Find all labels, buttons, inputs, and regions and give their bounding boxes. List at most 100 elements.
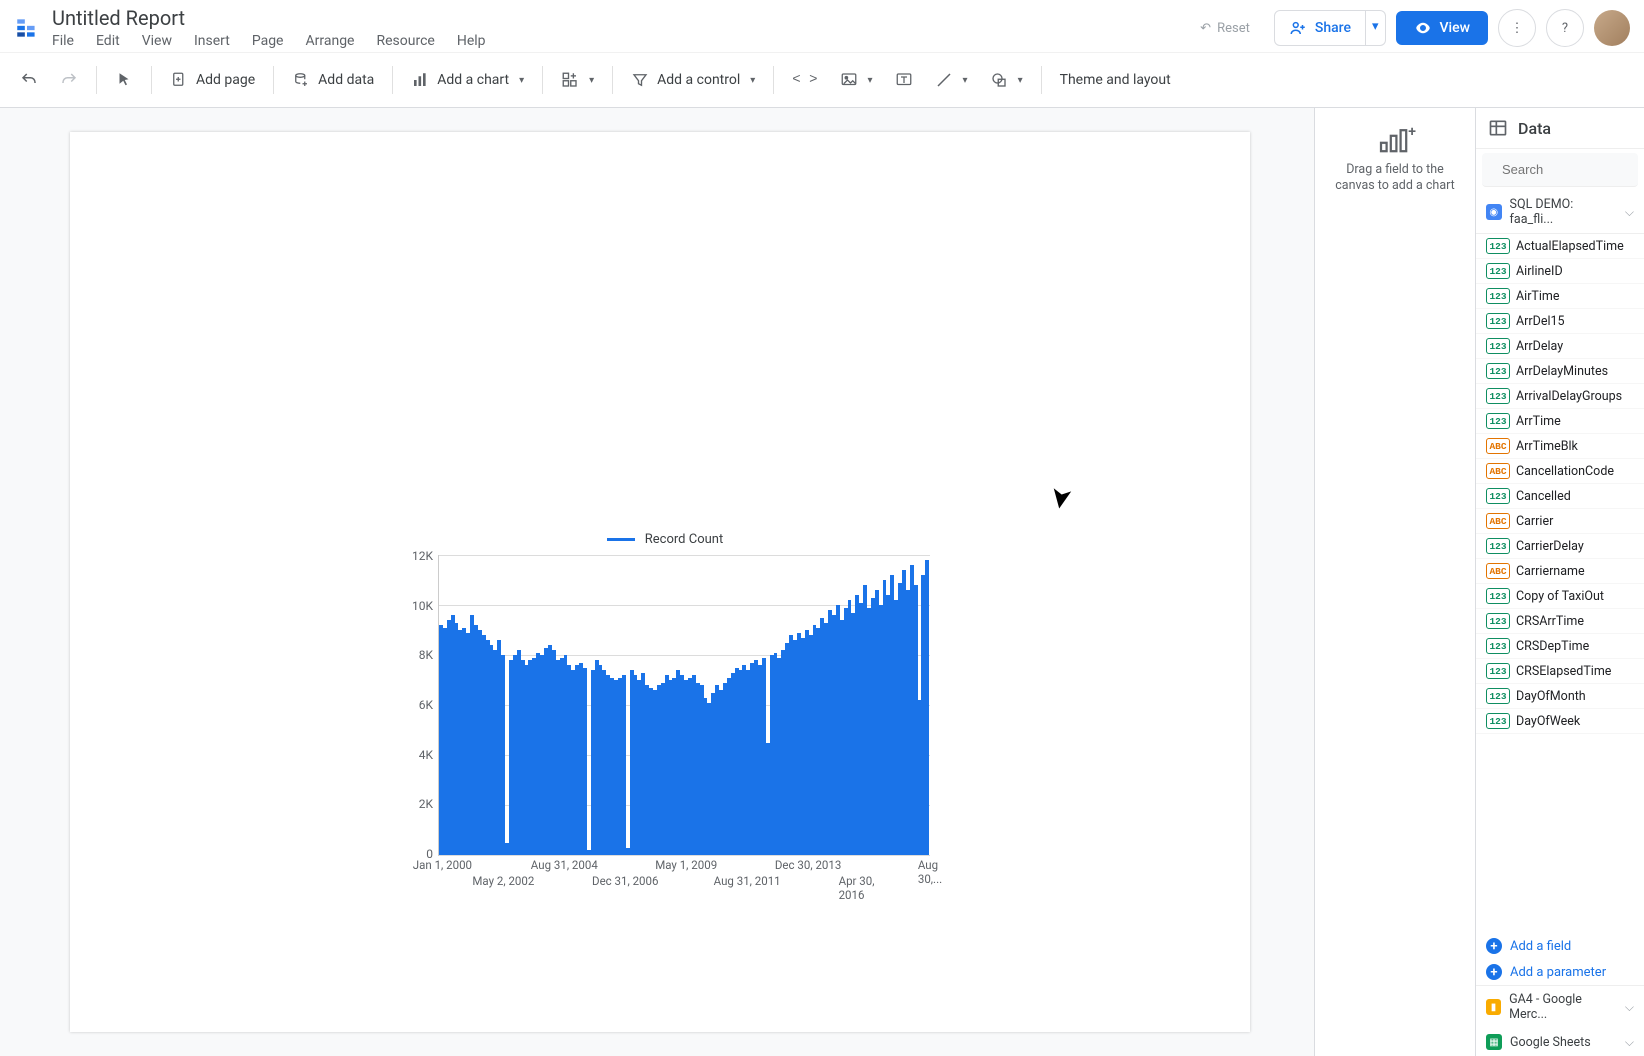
field-item[interactable]: 123ArrDel15 <box>1476 309 1644 334</box>
add-chart-label: Add a chart <box>437 72 509 88</box>
add-page-button[interactable]: Add page <box>160 65 265 95</box>
data-panel-header: Data <box>1476 108 1644 149</box>
report-page[interactable]: Record Count 12K10K8K6K4K2K0 Jan 1, 2000… <box>70 132 1250 1032</box>
field-item[interactable]: ABCArrTimeBlk <box>1476 434 1644 459</box>
field-item[interactable]: 123AirTime <box>1476 284 1644 309</box>
field-item[interactable]: 123CRSElapsedTime <box>1476 659 1644 684</box>
field-item[interactable]: 123CRSDepTime <box>1476 634 1644 659</box>
more-options-button[interactable]: ⋮ <box>1498 9 1536 47</box>
canvas-scroll[interactable]: Record Count 12K10K8K6K4K2K0 Jan 1, 2000… <box>0 108 1314 1056</box>
menu-resource[interactable]: Resource <box>376 33 434 49</box>
caret-down-icon: ▾ <box>750 75 755 86</box>
reset-button[interactable]: ↶ Reset <box>1186 13 1264 44</box>
line-button[interactable]: ▾ <box>925 65 978 95</box>
data-panel: Data ◉ SQL DEMO: faa_fli... ⌵ 123ActualE… <box>1475 108 1644 1056</box>
expand-icon[interactable]: ⌵ <box>1625 205 1634 220</box>
field-item[interactable]: 123 Copy of TaxiOut <box>1476 584 1644 609</box>
field-name: ArrDelay <box>1516 339 1563 354</box>
field-item[interactable]: 123AirlineID <box>1476 259 1644 284</box>
menu-arrange[interactable]: Arrange <box>306 33 355 49</box>
numeric-type-icon: 123 <box>1486 613 1510 629</box>
menu-edit[interactable]: Edit <box>96 33 120 49</box>
doc-title[interactable]: Untitled Report <box>52 7 1186 29</box>
numeric-type-icon: 123 <box>1486 288 1510 304</box>
field-list: 123ActualElapsedTime123AirlineID123AirTi… <box>1476 233 1644 933</box>
menu-help[interactable]: Help <box>457 33 486 49</box>
database-plus-icon <box>292 71 310 89</box>
community-viz-button[interactable]: ▾ <box>551 65 604 95</box>
bar-chart-icon <box>411 71 429 89</box>
add-control-label: Add a control <box>657 72 740 88</box>
undo-button[interactable] <box>10 65 48 95</box>
menu-page[interactable]: Page <box>252 33 284 49</box>
field-item[interactable]: 123 CRSArrTime <box>1476 609 1644 634</box>
user-avatar[interactable] <box>1594 10 1630 46</box>
main-area: Record Count 12K10K8K6K4K2K0 Jan 1, 2000… <box>0 108 1644 1056</box>
field-item[interactable]: ABCCarriername <box>1476 559 1644 584</box>
datasource-ga[interactable]: ▮ GA4 - Google Merc... ⌵ <box>1476 985 1644 1028</box>
field-item[interactable]: 123DayOfMonth <box>1476 684 1644 709</box>
select-tool[interactable] <box>105 65 143 95</box>
datasource-gs[interactable]: ▦ Google Sheets ⌵ <box>1476 1028 1644 1056</box>
field-item[interactable]: ABCCarrier <box>1476 509 1644 534</box>
redo-button[interactable] <box>50 65 88 95</box>
plus-icon: + <box>1486 964 1502 980</box>
add-chart-button[interactable]: Add a chart ▾ <box>401 65 534 95</box>
menu-file[interactable]: File <box>52 33 74 49</box>
bigquery-icon: ◉ <box>1486 204 1502 220</box>
field-item[interactable]: 123ActualElapsedTime <box>1476 234 1644 259</box>
numeric-type-icon: 123 <box>1486 588 1510 604</box>
image-icon <box>840 71 858 89</box>
theme-layout-button[interactable]: Theme and layout <box>1050 66 1181 94</box>
share-button[interactable]: Share <box>1274 10 1366 46</box>
numeric-type-icon: 123 <box>1486 238 1510 254</box>
search-input[interactable] <box>1500 161 1644 178</box>
numeric-type-icon: 123 <box>1486 638 1510 654</box>
field-search[interactable] <box>1482 153 1638 187</box>
field-item[interactable]: 123CarrierDelay <box>1476 534 1644 559</box>
field-name: CRSArrTime <box>1516 614 1584 629</box>
field-name: ArrTime <box>1516 414 1561 429</box>
share-dropdown[interactable]: ▾ <box>1366 10 1386 46</box>
add-page-label: Add page <box>196 72 255 88</box>
menu-view[interactable]: View <box>142 33 172 49</box>
field-item[interactable]: 123ArrDelayMinutes <box>1476 359 1644 384</box>
help-button[interactable]: ? <box>1546 9 1584 47</box>
eye-icon <box>1414 19 1432 37</box>
field-item[interactable]: 123ArrivalDelayGroups <box>1476 384 1644 409</box>
field-name: Copy of TaxiOut <box>1516 589 1604 604</box>
add-field-label: Add a field <box>1510 939 1571 954</box>
add-control-button[interactable]: Add a control ▾ <box>621 65 765 95</box>
table-icon <box>1488 118 1508 138</box>
caret-down-icon: ▾ <box>589 75 594 86</box>
cursor-icon <box>115 71 133 89</box>
field-item[interactable]: 123Cancelled <box>1476 484 1644 509</box>
caret-down-icon: ▾ <box>1372 19 1379 34</box>
add-parameter-link[interactable]: + Add a parameter <box>1476 959 1644 985</box>
chart-plot-area: 12K10K8K6K4K2K0 <box>438 555 930 856</box>
numeric-type-icon: 123 <box>1486 338 1510 354</box>
field-item[interactable]: 123ArrTime <box>1476 409 1644 434</box>
menu-insert[interactable]: Insert <box>194 33 230 49</box>
add-field-link[interactable]: + Add a field <box>1476 933 1644 959</box>
expand-icon[interactable]: ⌵ <box>1625 1035 1634 1050</box>
add-data-button[interactable]: Add data <box>282 65 384 95</box>
field-name: ArrDelayMinutes <box>1516 364 1608 379</box>
expand-icon[interactable]: ⌵ <box>1625 1000 1634 1015</box>
field-name: DayOfWeek <box>1516 714 1580 729</box>
image-button[interactable]: ▾ <box>830 65 883 95</box>
field-name: AirlineID <box>1516 264 1563 279</box>
shape-button[interactable]: ▾ <box>980 65 1033 95</box>
time-series-chart[interactable]: Record Count 12K10K8K6K4K2K0 Jan 1, 2000… <box>400 532 930 897</box>
chart-placeholder-icon: + <box>1378 126 1412 154</box>
view-button[interactable]: View <box>1396 11 1489 45</box>
field-name: ArrTimeBlk <box>1516 439 1578 454</box>
code-icon: < > <box>792 72 817 88</box>
url-embed-button[interactable]: < > <box>782 66 827 94</box>
menu-bar: File Edit View Insert Page Arrange Resou… <box>52 33 1186 49</box>
text-button[interactable] <box>885 65 923 95</box>
field-item[interactable]: 123 ArrDelay <box>1476 334 1644 359</box>
datasource-bq[interactable]: ◉ SQL DEMO: faa_fli... ⌵ <box>1476 191 1644 233</box>
field-item[interactable]: ABCCancellationCode <box>1476 459 1644 484</box>
field-item[interactable]: 123DayOfWeek <box>1476 709 1644 734</box>
